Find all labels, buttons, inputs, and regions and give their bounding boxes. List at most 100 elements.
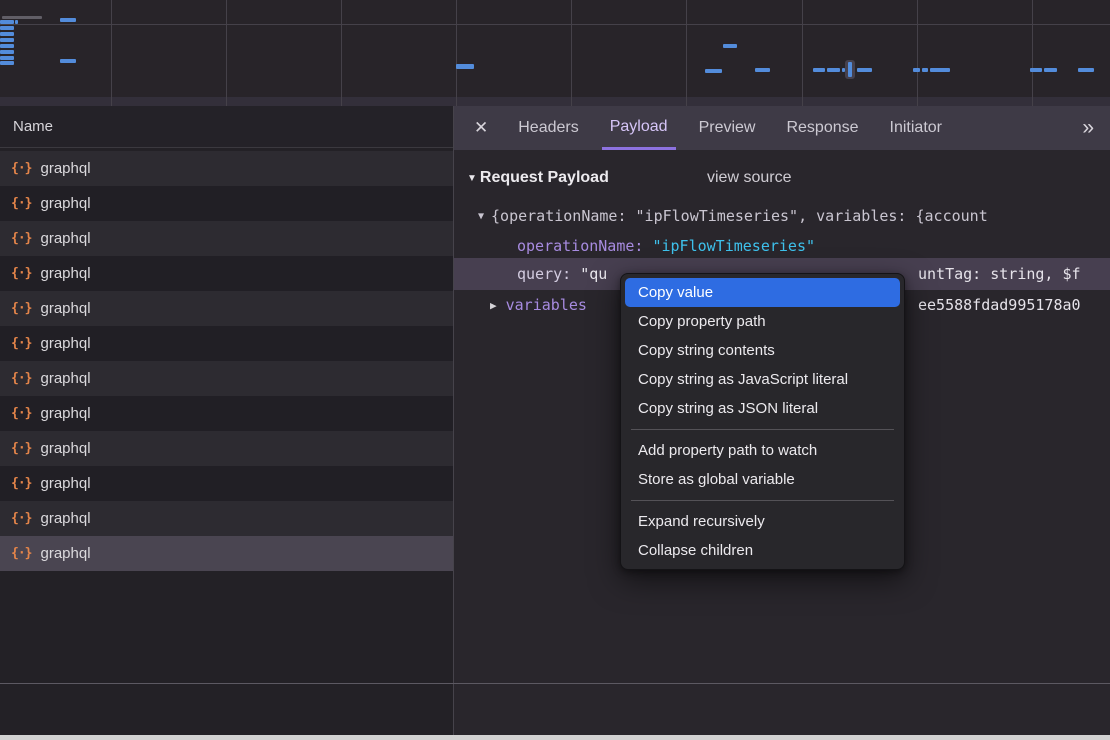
request-name-label: graphql (40, 335, 90, 352)
request-row-graphql[interactable]: {·} graphql (0, 186, 453, 221)
payload-operation-name-row[interactable]: operationName: "ipFlowTimeseries" (454, 231, 1110, 261)
menu-divider (631, 429, 894, 430)
overview-request-bar (755, 68, 770, 72)
menu-item-copy-string-as-javascript-literal[interactable]: Copy string as JavaScript literal (625, 365, 900, 394)
overview-request-bar (1030, 68, 1042, 72)
property-key: operationName: (517, 237, 643, 255)
json-fetch-icon: {·} (11, 511, 31, 526)
request-row-graphql[interactable]: {·}graphql (0, 431, 453, 466)
overview-gridline (571, 0, 572, 106)
request-row-graphql[interactable]: {·} graphql (0, 291, 453, 326)
column-header-name-label: Name (13, 118, 53, 135)
view-source-link[interactable]: view source (707, 169, 791, 187)
overview-gridline (917, 0, 918, 106)
property-value-fragment-right: ee5588fdad995178a0 (918, 296, 1081, 314)
request-row-graphql[interactable]: {·}graphql (0, 256, 453, 291)
overview-request-bar (813, 68, 825, 72)
request-row-graphql[interactable]: {·} graphql (0, 221, 453, 256)
request-row-graphql[interactable]: {·} graphql (0, 361, 453, 396)
menu-item-copy-string-contents[interactable]: Copy string contents (625, 336, 900, 365)
tab-payload[interactable]: Payload (602, 106, 676, 150)
menu-item-store-as-global-variable[interactable]: Store as global variable (625, 465, 900, 494)
request-name-label: graphql (40, 405, 90, 422)
request-rows: {·} graphql {·} graphql {·} graphql {·} graphql… (0, 151, 453, 571)
menu-item-copy-string-as-json-literal[interactable]: Copy string as JSON literal (625, 394, 900, 423)
overview-gridline (226, 0, 227, 106)
overview-request-bar (0, 38, 14, 42)
request-name-label: graphql (40, 230, 90, 247)
json-fetch-icon: {·} (11, 406, 31, 421)
overview-gridline (341, 0, 342, 106)
details-tab-bar: ✕ Headers Payload Preview Response Initiator… (454, 106, 1110, 150)
request-row-graphql[interactable]: {·}graphql (0, 151, 453, 186)
overview-bottom-strip (0, 97, 1110, 106)
json-fetch-icon: {·} (11, 196, 31, 211)
overview-request-bar (705, 69, 722, 73)
overview-horizontal-gridline (0, 24, 1110, 25)
request-row-graphql[interactable]: {·} graphql (0, 326, 453, 361)
overview-gridline (802, 0, 803, 106)
menu-item-collapse-children[interactable]: Collapse children (625, 536, 900, 565)
json-fetch-icon: {·} (11, 336, 31, 351)
tab-headers[interactable]: Headers (510, 106, 586, 150)
panel-bottom-divider (0, 683, 1110, 684)
window-bottom-edge (0, 735, 1110, 740)
overview-gridline (111, 0, 112, 106)
request-name-label: graphql (40, 370, 90, 387)
devtools-network-panel: Name {·}graphql{·}graphql{·}graphql{·}gr… (0, 106, 1110, 735)
overview-gridline (686, 0, 687, 106)
menu-item-copy-value[interactable]: Copy value (625, 278, 900, 307)
payload-object-preview-row[interactable]: ▼ {operationName: "ipFlowTimeseries", va… (454, 201, 1110, 231)
request-name-label: graphql (40, 195, 90, 212)
menu-divider (631, 500, 894, 501)
request-name-label: graphql (40, 265, 90, 282)
overview-selected-request-bar (848, 62, 852, 77)
section-collapse-icon[interactable]: ▼ (467, 173, 477, 184)
overview-request-bar (0, 32, 14, 36)
overview-gridline (1032, 0, 1033, 106)
object-collapse-icon[interactable]: ▼ (478, 211, 484, 222)
expand-triangle-icon[interactable]: ▶ (490, 299, 497, 312)
json-fetch-icon: {·} (11, 546, 31, 561)
overview-request-bar (0, 44, 14, 48)
json-fetch-icon: {·} (11, 231, 31, 246)
column-header-name[interactable]: Name (0, 106, 453, 148)
property-key: variables (506, 296, 587, 314)
network-overview-timeline[interactable] (0, 0, 1110, 107)
request-name-label: graphql (40, 545, 90, 562)
json-fetch-icon: {·} (11, 301, 31, 316)
tab-preview[interactable]: Preview (691, 106, 764, 150)
overview-request-bar (0, 56, 14, 60)
overview-request-bar (0, 20, 14, 24)
request-name-label: graphql (40, 440, 90, 457)
request-row-graphql[interactable]: {·}graphql (0, 501, 453, 536)
request-payload-title: Request Payload (480, 169, 609, 187)
menu-item-expand-recursively[interactable]: Expand recursively (625, 507, 900, 536)
overview-request-bar (60, 59, 76, 63)
overview-request-bar (15, 20, 18, 24)
overview-gridline (456, 0, 457, 106)
menu-item-copy-property-path[interactable]: Copy property path (625, 307, 900, 336)
property-value-fragment-left: "qu (580, 265, 607, 283)
overview-request-bar (60, 18, 76, 22)
overview-request-bar (1078, 68, 1094, 72)
overview-request-bar (930, 68, 950, 72)
overview-request-bar (913, 68, 920, 72)
request-name-label: graphql (40, 300, 90, 317)
context-menu: Copy valueCopy property pathCopy string … (620, 273, 905, 570)
close-icon[interactable]: ✕ (474, 118, 488, 138)
overview-request-bar (827, 68, 840, 72)
json-fetch-icon: {·} (11, 371, 31, 386)
more-tabs-icon[interactable]: » (1082, 116, 1094, 140)
request-row-graphql[interactable]: {·} graphql (0, 536, 453, 571)
overview-request-bar (857, 68, 872, 72)
request-row-graphql[interactable]: {·}graphql (0, 466, 453, 501)
overview-request-bar (922, 68, 928, 72)
overview-request-bar (456, 64, 474, 69)
tab-response[interactable]: Response (778, 106, 866, 150)
object-preview-text: {operationName: "ipFlowTimeseries", vari… (491, 207, 988, 225)
menu-item-add-property-path-to-watch[interactable]: Add property path to watch (625, 436, 900, 465)
tab-initiator[interactable]: Initiator (882, 106, 950, 150)
request-row-graphql[interactable]: {·} graphql (0, 396, 453, 431)
overview-request-bar (0, 61, 14, 65)
